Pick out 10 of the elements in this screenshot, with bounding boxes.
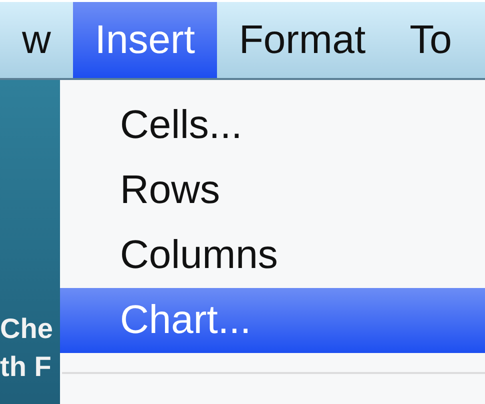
menu-bar-item[interactable]: To [388,2,474,78]
menu-item[interactable]: Cells... [60,93,485,158]
menu-bar-item[interactable]: w [0,2,73,78]
menu-item[interactable]: Columns [60,223,485,288]
background-text: Che [0,312,53,346]
menu-bar-item[interactable]: Format [216,2,388,78]
menu-item[interactable]: Chart... [60,288,485,353]
menu-bar-item[interactable]: Insert [72,2,217,78]
menu-item[interactable]: Rows [60,158,485,223]
background-text: th F [0,350,52,384]
